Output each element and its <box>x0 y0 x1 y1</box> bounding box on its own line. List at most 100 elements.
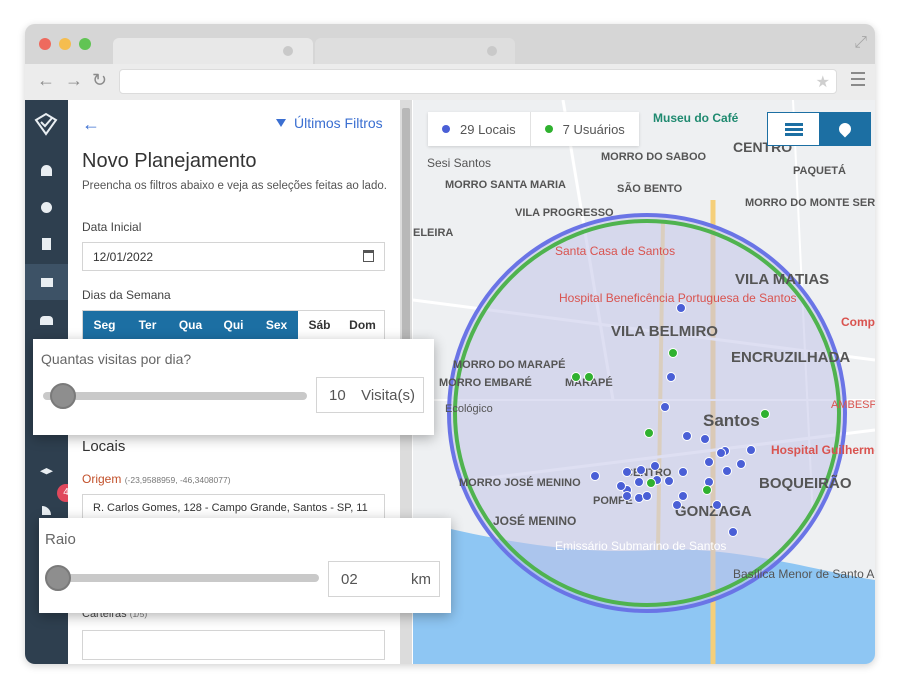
location-marker[interactable] <box>622 467 632 477</box>
map-label: ELEIRA <box>413 227 453 239</box>
forward-nav-icon[interactable]: → <box>65 70 83 91</box>
users-dot-icon <box>544 125 553 133</box>
day-tue[interactable]: Ter <box>126 311 169 339</box>
dashboard-icon[interactable] <box>25 152 68 188</box>
location-marker[interactable] <box>636 465 646 475</box>
page-title: Novo Planejamento <box>82 150 257 172</box>
last-filters-link[interactable]: Últimos Filtros <box>276 115 383 131</box>
start-date-label: Data Inicial <box>82 220 142 234</box>
map-label: Hospital Beneficência Portuguesa de Sant… <box>559 291 797 305</box>
location-marker[interactable] <box>642 491 652 501</box>
locations-title: Locais <box>82 438 126 455</box>
day-wed[interactable]: Qua <box>169 311 212 339</box>
navigation-bar: ← → ↻ ★ <box>25 64 875 100</box>
origin-value: R. Carlos Gomes, 128 - Campo Grande, San… <box>93 502 368 514</box>
start-date-field[interactable]: 12/01/2022 <box>82 242 385 271</box>
map-label: MORRO DO MARAPÉ <box>453 358 565 371</box>
view-toggle <box>767 112 871 146</box>
radius-label: Raio <box>45 531 76 548</box>
visits-slider-thumb[interactable] <box>50 383 76 409</box>
map-label: MORRO SANTA MARIA <box>445 179 566 191</box>
day-thu[interactable]: Qui <box>212 311 255 339</box>
map-view[interactable]: Museu do Café CENTRO Sesi Santos MORRO DO S… <box>413 100 875 664</box>
document-icon[interactable] <box>25 226 68 262</box>
day-sat[interactable]: Sáb <box>298 311 341 339</box>
location-marker[interactable] <box>666 372 676 382</box>
location-marker[interactable] <box>712 500 722 510</box>
filter-icon <box>276 119 286 127</box>
location-marker[interactable] <box>716 448 726 458</box>
location-marker[interactable] <box>676 303 686 313</box>
location-marker[interactable] <box>746 445 756 455</box>
users-icon[interactable] <box>25 302 68 338</box>
day-mon[interactable]: Seg <box>83 311 126 339</box>
location-marker[interactable] <box>678 491 688 501</box>
radius-slider-track[interactable] <box>45 574 319 582</box>
location-marker[interactable] <box>650 461 660 471</box>
list-view-button[interactable] <box>768 113 819 145</box>
table-icon[interactable] <box>25 264 68 300</box>
visits-slider-track[interactable] <box>43 392 307 400</box>
map-canvas[interactable]: Museu do Café CENTRO Sesi Santos MORRO DO S… <box>413 100 875 664</box>
back-nav-icon[interactable]: ← <box>37 70 55 91</box>
location-marker[interactable] <box>682 431 692 441</box>
page-subtitle: Preencha os filtros abaixo e veja as sel… <box>82 180 387 192</box>
user-marker[interactable] <box>644 428 654 438</box>
map-label: ENCRUZILHADA <box>731 349 850 366</box>
location-marker[interactable] <box>622 491 632 501</box>
user-marker[interactable] <box>702 485 712 495</box>
legend-users[interactable]: 7 Usuários <box>529 112 639 146</box>
weekdays-label: Dias da Semana <box>82 288 171 302</box>
star-icon[interactable]: ★ <box>816 72 830 92</box>
location-marker[interactable] <box>664 476 674 486</box>
address-bar[interactable]: ★ <box>119 69 837 94</box>
legend-locations[interactable]: 29 Locais <box>428 112 530 146</box>
maximize-window-button[interactable] <box>79 38 91 50</box>
day-sun[interactable]: Dom <box>341 311 384 339</box>
legend-locations-label: 29 Locais <box>460 121 516 137</box>
browser-menu-icon[interactable] <box>851 72 865 90</box>
location-marker[interactable] <box>616 481 626 491</box>
map-label: BOQUEIRÃO <box>759 474 852 492</box>
browser-tab-active[interactable] <box>113 38 313 64</box>
last-filters-label: Últimos Filtros <box>294 115 383 131</box>
user-marker[interactable] <box>760 409 770 419</box>
expand-icon[interactable]: ⤢ <box>854 34 867 52</box>
location-marker[interactable] <box>736 459 746 469</box>
portfolios-field[interactable] <box>82 630 385 660</box>
location-marker[interactable] <box>660 402 670 412</box>
location-marker[interactable] <box>634 477 644 487</box>
map-label: Compl do Es <box>841 315 875 329</box>
radius-slider-thumb[interactable] <box>45 565 71 591</box>
app-logo-icon[interactable] <box>32 110 60 138</box>
day-fri[interactable]: Sex <box>255 311 298 339</box>
visits-per-day-label: Quantas visitas por dia? <box>41 351 192 367</box>
scrollbar-thumb[interactable] <box>402 108 410 348</box>
globe-icon[interactable] <box>25 189 68 225</box>
browser-tab[interactable] <box>315 38 515 64</box>
location-marker[interactable] <box>678 467 688 477</box>
location-marker[interactable] <box>590 471 600 481</box>
back-arrow-icon[interactable]: ← <box>82 114 100 135</box>
map-label: VILA MATIAS <box>735 271 829 288</box>
user-marker[interactable] <box>668 348 678 358</box>
map-view-button[interactable] <box>819 113 870 145</box>
reload-icon[interactable]: ↻ <box>92 70 107 91</box>
location-marker[interactable] <box>704 457 714 467</box>
minimize-window-button[interactable] <box>59 38 71 50</box>
radius-input[interactable]: 02 km <box>328 561 440 597</box>
user-marker[interactable] <box>571 372 581 382</box>
list-icon <box>784 121 803 138</box>
location-marker[interactable] <box>700 434 710 444</box>
user-marker[interactable] <box>646 478 656 488</box>
location-marker[interactable] <box>722 466 732 476</box>
location-marker[interactable] <box>728 527 738 537</box>
visits-unit: Visita(s) <box>361 387 415 404</box>
calendar-icon[interactable] <box>363 250 374 262</box>
user-marker[interactable] <box>584 372 594 382</box>
location-marker[interactable] <box>672 500 682 510</box>
map-label: Santa Casa de Santos <box>555 244 675 258</box>
close-window-button[interactable] <box>39 38 51 50</box>
visits-input[interactable]: 10 Visita(s) <box>316 377 424 413</box>
map-pin-icon <box>836 120 853 138</box>
